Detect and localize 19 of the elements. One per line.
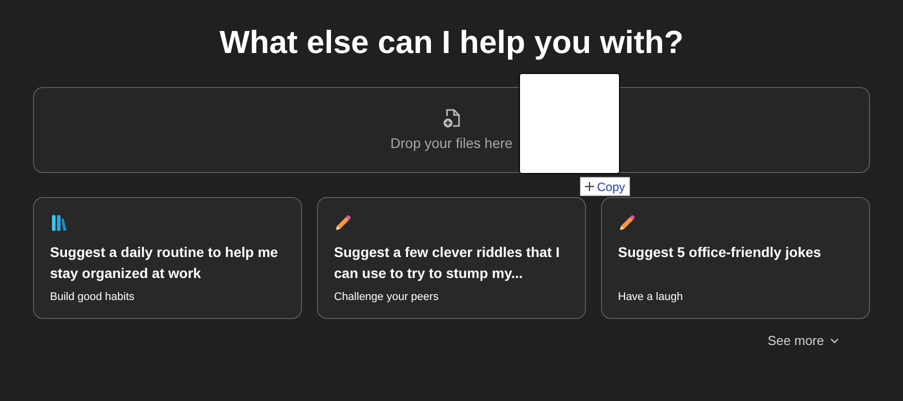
pencil-icon	[618, 214, 636, 232]
drop-files-label: Drop your files here	[390, 134, 513, 153]
chevron-down-icon	[830, 338, 839, 344]
card-title: Suggest a few clever riddles that I can use to try to stump my...	[334, 243, 561, 283]
card-subtitle: Challenge your peers	[334, 290, 440, 304]
suggestion-card[interactable]: Suggest a few clever riddles that I can use to try to stump my... Challenge your peers	[317, 197, 586, 319]
card-subtitle: Have a laugh	[618, 290, 684, 304]
suggestion-card[interactable]: Suggest a daily routine to help me stay organized at work Build good habits	[33, 197, 302, 319]
card-title: Suggest 5 office-friendly jokes	[618, 243, 822, 262]
pencil-icon	[334, 214, 352, 232]
plus-icon	[585, 182, 594, 191]
copy-label: Copy	[597, 178, 626, 196]
add-file-icon	[440, 106, 462, 128]
card-title: Suggest a daily routine to help me stay organized at work	[50, 243, 279, 283]
card-subtitle: Build good habits	[50, 290, 136, 304]
see-more-button[interactable]: See more	[768, 331, 839, 350]
page-title: What else can I help you with?	[219, 23, 684, 62]
suggestion-card[interactable]: Suggest 5 office-friendly jokes Have a laugh	[601, 197, 870, 319]
books-icon	[50, 214, 68, 232]
